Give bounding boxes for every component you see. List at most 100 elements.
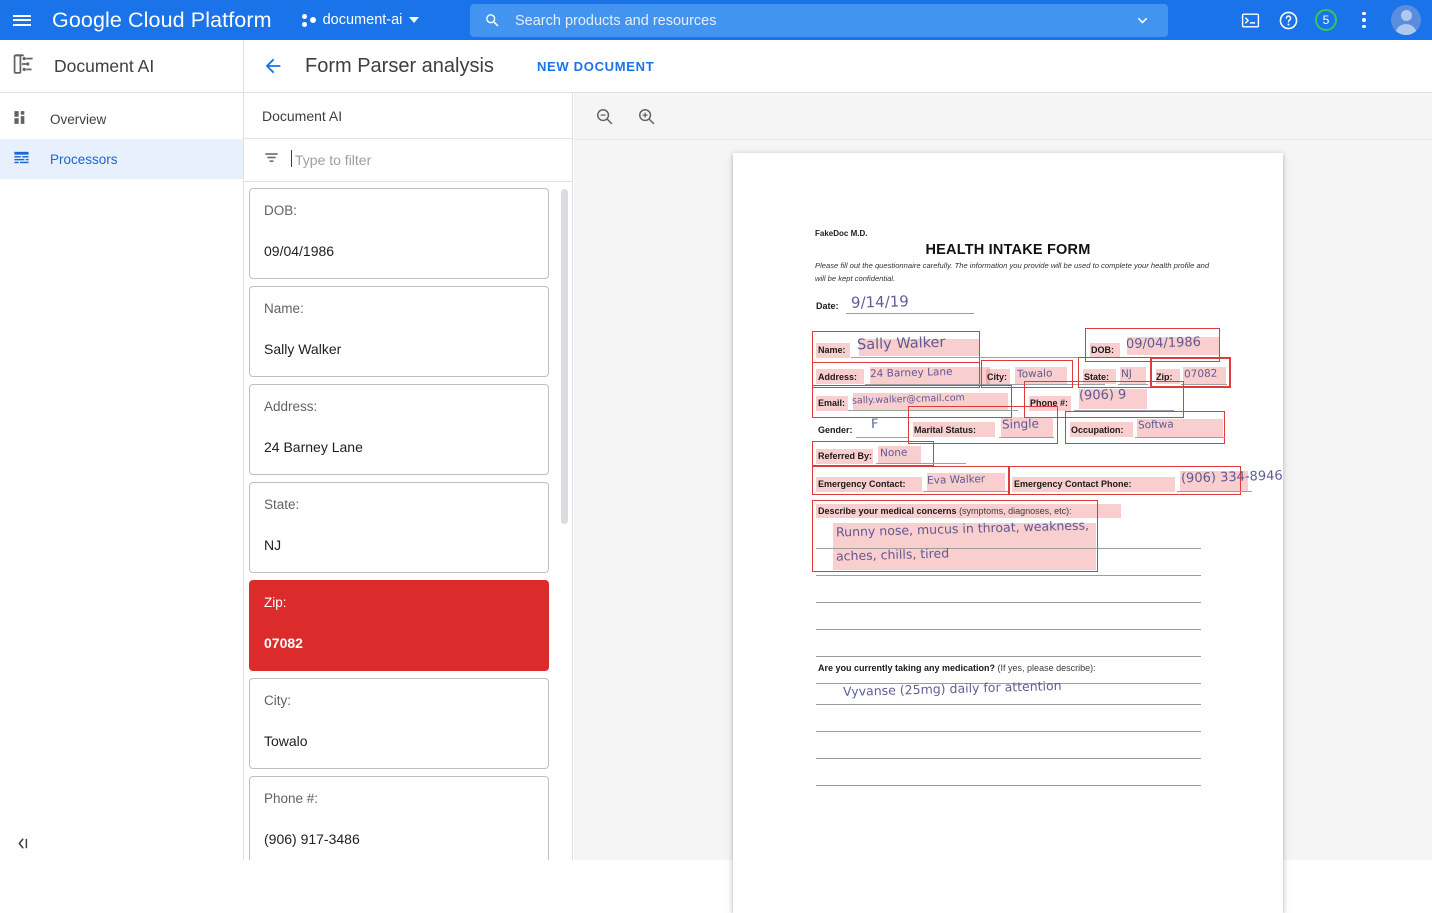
vertical-dots-icon[interactable] bbox=[1347, 3, 1381, 37]
left-navigation-panel: Document AI Overview Processors bbox=[0, 40, 244, 860]
global-top-bar: Google Cloud Platform document-ai Search… bbox=[0, 0, 1432, 40]
document-viewer: FakeDoc M.D. HEALTH INTAKE FORM Please f… bbox=[574, 93, 1432, 860]
doc-field-value-zip: 07082 bbox=[1184, 368, 1218, 381]
sidebar-item-overview[interactable]: Overview bbox=[0, 99, 243, 139]
entity-card[interactable]: Address: 24 Barney Lane bbox=[249, 384, 549, 475]
account-avatar-icon[interactable] bbox=[1391, 5, 1421, 35]
entity-card-list: DOB: 09/04/1986 Name: Sally Walker Addre… bbox=[244, 183, 572, 860]
doc-field-value-name: Sally Walker bbox=[857, 335, 946, 353]
entity-key: Phone #: bbox=[264, 790, 548, 808]
doc-field-label-occupation: Occupation: bbox=[1071, 425, 1124, 435]
entity-value: 09/04/1986 bbox=[264, 242, 548, 260]
doc-field-label-name: Name: bbox=[818, 345, 846, 355]
entity-value: 24 Barney Lane bbox=[264, 438, 548, 456]
filter-icon[interactable] bbox=[263, 149, 280, 171]
entity-key: Zip: bbox=[264, 594, 548, 612]
sidebar-item-label: Overview bbox=[50, 112, 106, 127]
entity-card[interactable]: Name: Sally Walker bbox=[249, 286, 549, 377]
doc-field-value-gender: F bbox=[871, 417, 879, 432]
page-title: Form Parser analysis bbox=[305, 55, 494, 78]
help-circle-icon[interactable] bbox=[1271, 3, 1305, 37]
doc-field-value-marital: Single bbox=[1002, 416, 1039, 431]
top-bar-actions: 5 bbox=[1233, 0, 1432, 40]
doc-medication-label: Are you currently taking any medication?… bbox=[818, 663, 1096, 673]
back-arrow-icon[interactable] bbox=[262, 55, 284, 77]
viewer-toolbar bbox=[574, 93, 1432, 140]
doc-field-value-city: Towalo bbox=[1017, 368, 1053, 381]
page-header: Form Parser analysis NEW DOCUMENT bbox=[244, 40, 1432, 93]
doc-field-value-state: NJ bbox=[1121, 368, 1132, 380]
doc-field-value-phone: (906) 9 bbox=[1079, 387, 1127, 403]
doc-field-label-marital: Marital Status: bbox=[914, 425, 976, 435]
zoom-out-icon[interactable] bbox=[591, 103, 617, 129]
doc-concerns-label: Describe your medical concerns (symptoms… bbox=[818, 506, 1072, 516]
entity-key: Address: bbox=[264, 398, 548, 416]
doc-subtitle: Please fill out the questionnaire carefu… bbox=[815, 259, 1215, 285]
doc-concerns-label-rest: (symptoms, diagnoses, etc): bbox=[957, 506, 1072, 516]
google-cloud-platform-logo[interactable]: Google Cloud Platform bbox=[52, 8, 272, 33]
entities-panel-title: Document AI bbox=[244, 93, 572, 139]
project-dots-icon bbox=[302, 13, 316, 27]
filter-row[interactable]: Type to filter bbox=[244, 139, 572, 182]
sidebar-item-label: Processors bbox=[50, 152, 118, 167]
doc-field-value-occupation: Softwa bbox=[1138, 419, 1174, 432]
doc-field-value-date: 9/14/19 bbox=[851, 292, 909, 312]
document-ai-icon bbox=[11, 51, 37, 82]
doc-field-value-referred: None bbox=[880, 447, 908, 460]
search-dropdown-chevron-down-icon[interactable] bbox=[1133, 11, 1152, 30]
doc-field-label-emergency-contact: Emergency Contact: bbox=[818, 479, 906, 489]
doc-concerns-line-2: aches, chills, tired bbox=[836, 545, 950, 563]
entity-card[interactable]: Phone #: (906) 917-3486 bbox=[249, 776, 549, 860]
doc-field-label-emergency-phone: Emergency Contact Phone: bbox=[1014, 479, 1132, 489]
doc-field-value-emergency-contact: Eva Walker bbox=[927, 473, 985, 487]
sidebar-item-processors[interactable]: Processors bbox=[0, 139, 243, 179]
entity-key: Name: bbox=[264, 300, 548, 318]
doc-field-label-address: Address: bbox=[818, 372, 857, 382]
doc-field-value-dob: 09/04/1986 bbox=[1126, 335, 1201, 352]
new-document-button[interactable]: NEW DOCUMENT bbox=[529, 53, 662, 80]
scrollbar-thumb[interactable] bbox=[561, 189, 568, 524]
entity-value: (906) 917-3486 bbox=[264, 830, 548, 848]
hamburger-icon[interactable] bbox=[0, 0, 44, 40]
doc-field-value-address: 24 Barney Lane bbox=[870, 366, 953, 380]
zoom-in-icon[interactable] bbox=[633, 103, 659, 129]
entities-panel: Document AI Type to filter DOB: 09/04/19… bbox=[244, 93, 573, 860]
entity-value: NJ bbox=[264, 536, 548, 554]
entity-value: 07082 bbox=[264, 634, 548, 652]
entity-card[interactable]: DOB: 09/04/1986 bbox=[249, 188, 549, 279]
doc-clinic-name: FakeDoc M.D. bbox=[815, 229, 867, 238]
notifications-badge[interactable]: 5 bbox=[1309, 3, 1343, 37]
processors-icon bbox=[13, 149, 30, 169]
document-content: FakeDoc M.D. HEALTH INTAKE FORM Please f… bbox=[733, 153, 1283, 913]
entities-panel-scrollbar[interactable] bbox=[561, 189, 568, 854]
doc-medication-label-bold: Are you currently taking any medication? bbox=[818, 663, 995, 673]
dashboard-icon bbox=[13, 109, 30, 129]
chevron-down-icon bbox=[409, 17, 419, 23]
notification-count: 5 bbox=[1315, 9, 1337, 31]
doc-title: HEALTH INTAKE FORM bbox=[733, 242, 1283, 258]
doc-field-label-gender: Gender: bbox=[818, 425, 853, 435]
doc-field-value-emergency-phone: (906) 334-8946 bbox=[1181, 469, 1283, 487]
doc-field-label-referred: Referred By: bbox=[818, 451, 872, 461]
doc-field-label-city: City: bbox=[987, 372, 1007, 382]
cloud-shell-terminal-icon[interactable] bbox=[1233, 3, 1267, 37]
document-page[interactable]: FakeDoc M.D. HEALTH INTAKE FORM Please f… bbox=[733, 153, 1283, 913]
doc-field-label-dob: DOB: bbox=[1091, 345, 1114, 355]
doc-field-label-date: Date: bbox=[816, 301, 839, 311]
project-name: document-ai bbox=[323, 12, 403, 28]
entity-card[interactable]: State: NJ bbox=[249, 482, 549, 573]
entity-key: State: bbox=[264, 496, 548, 514]
doc-medication-label-rest: (If yes, please describe): bbox=[995, 663, 1096, 673]
project-selector[interactable]: document-ai bbox=[296, 8, 426, 32]
product-title: Document AI bbox=[54, 56, 154, 77]
global-search-bar[interactable]: Search products and resources bbox=[470, 4, 1168, 37]
entity-key: City: bbox=[264, 692, 548, 710]
entity-key: DOB: bbox=[264, 202, 548, 220]
search-placeholder: Search products and resources bbox=[515, 13, 1133, 29]
filter-input[interactable]: Type to filter bbox=[295, 152, 371, 168]
entity-card[interactable]: City: Towalo bbox=[249, 678, 549, 769]
entity-value: Sally Walker bbox=[264, 340, 548, 358]
collapse-panel-icon[interactable] bbox=[10, 830, 36, 856]
doc-concerns-label-bold: Describe your medical concerns bbox=[818, 506, 957, 516]
entity-card-selected[interactable]: Zip: 07082 bbox=[249, 580, 549, 671]
